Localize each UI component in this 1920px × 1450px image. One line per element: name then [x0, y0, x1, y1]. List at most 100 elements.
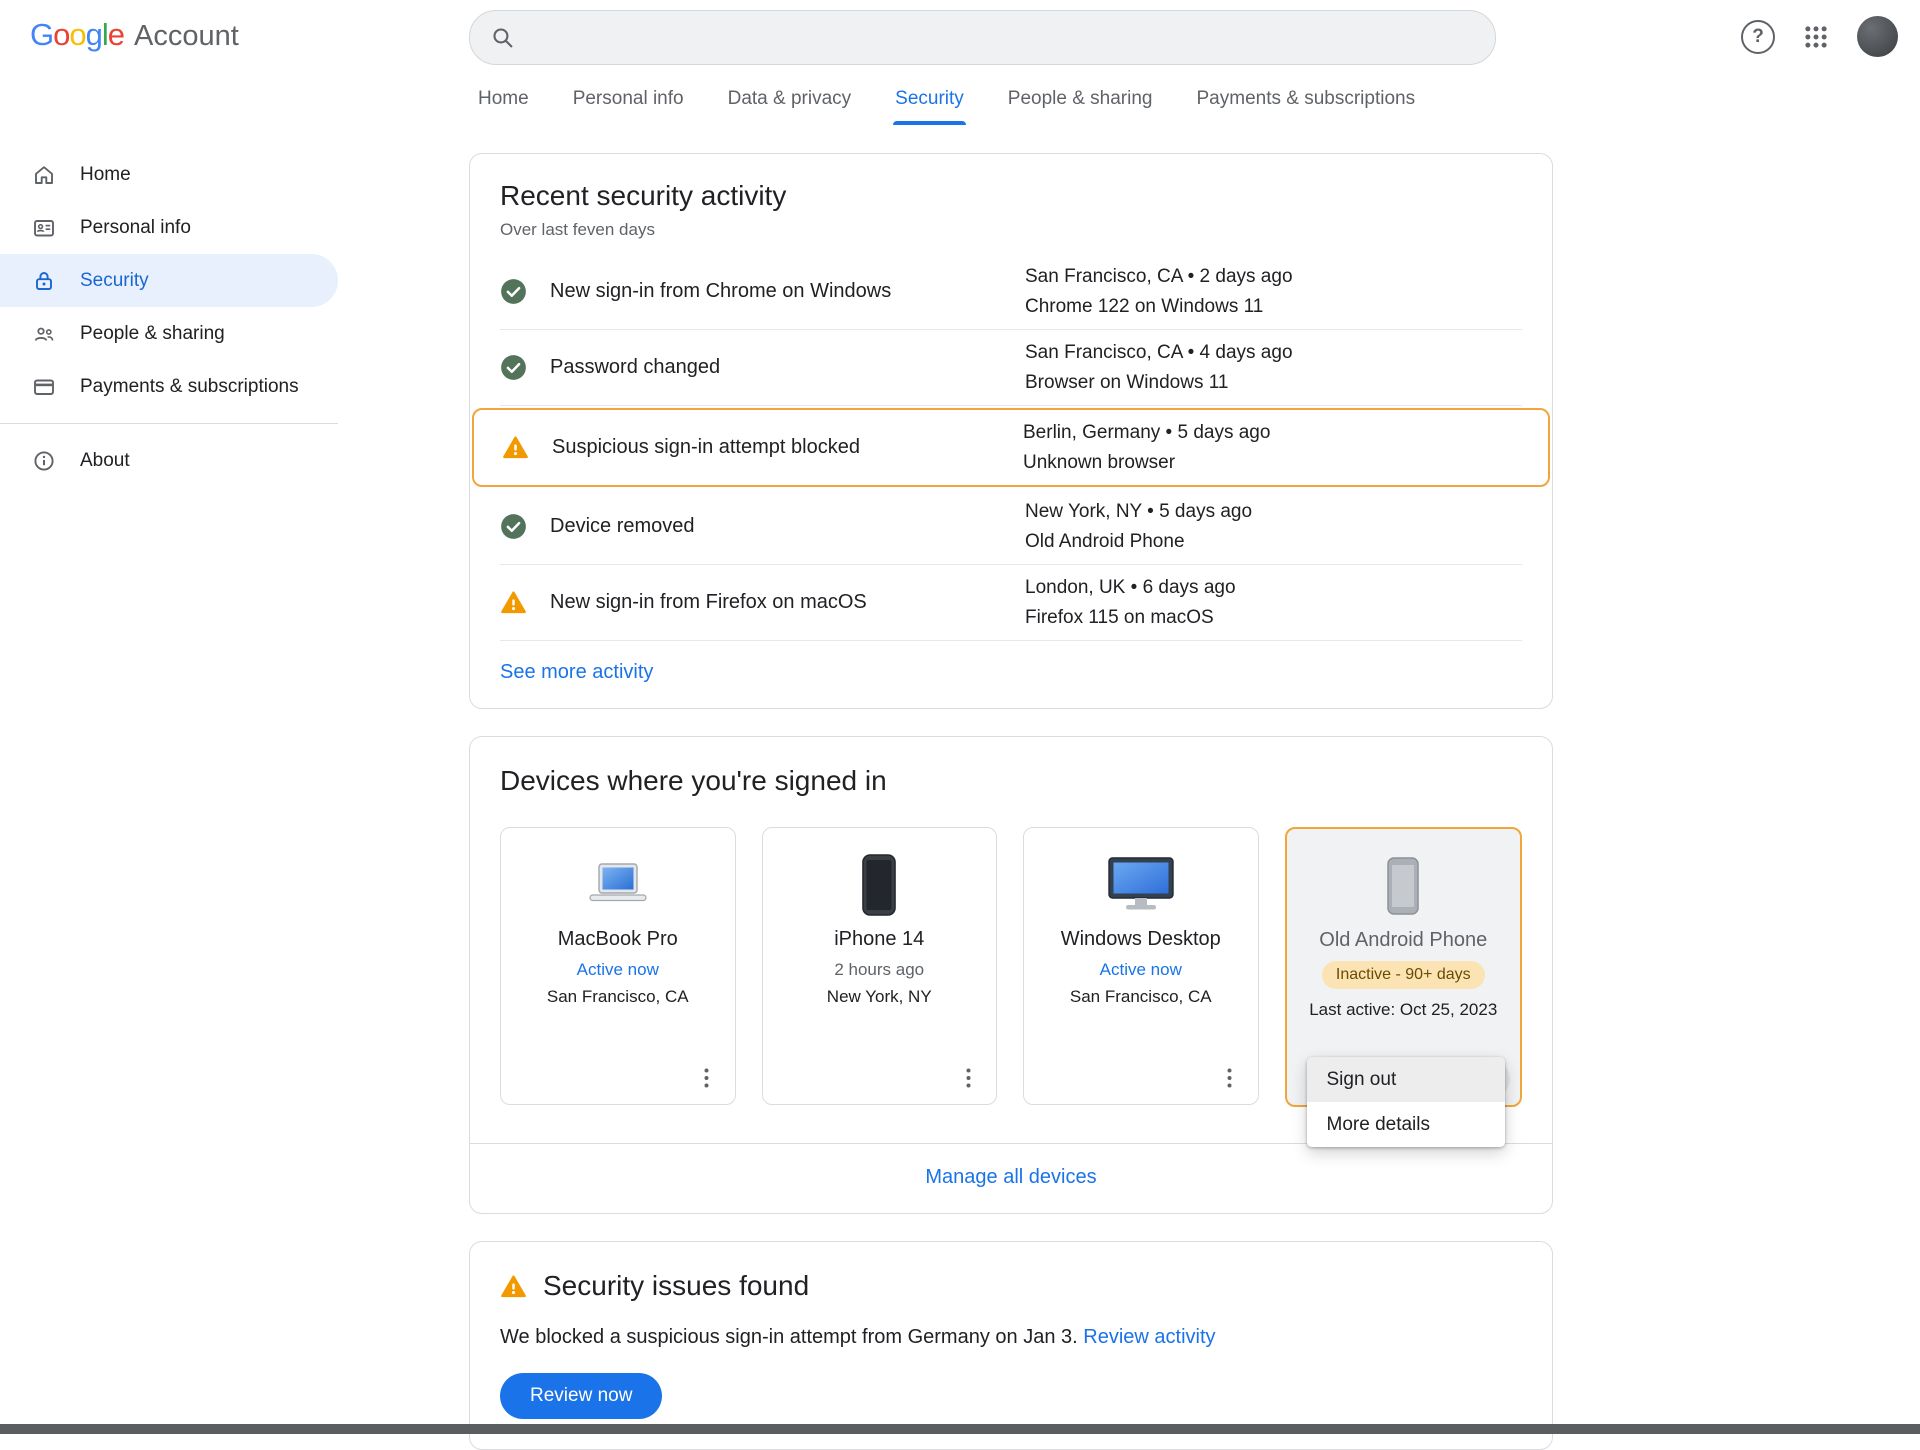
sidebar-item-security[interactable]: Security: [0, 254, 338, 307]
devices-footer: Manage all devices: [470, 1143, 1552, 1213]
sidebar-item-label: Personal info: [80, 217, 191, 239]
device-name: Old Android Phone: [1319, 929, 1487, 952]
tab-home[interactable]: Home: [478, 73, 529, 125]
activity-meta-line1: London, UK • 6 days ago: [1025, 575, 1522, 601]
apps-grid-icon[interactable]: [1803, 24, 1829, 50]
warning-triangle-icon: [502, 434, 529, 461]
device-name: Windows Desktop: [1061, 928, 1221, 951]
sidebar-item-label: Security: [80, 270, 149, 292]
activity-row-highlighted[interactable]: Suspicious sign-in attempt blocked Berli…: [472, 408, 1550, 487]
security-issues-card: Security issues found We blocked a suspi…: [469, 1241, 1553, 1450]
sidebar-item-label: People & sharing: [80, 323, 225, 345]
phone-icon: [861, 852, 897, 918]
devices-card: Devices where you're signed in MacBook P…: [469, 736, 1553, 1214]
menu-item-sign-out[interactable]: Sign out: [1307, 1057, 1505, 1102]
activity-label: Password changed: [550, 356, 1025, 379]
activity-meta-line1: San Francisco, CA • 4 days ago: [1025, 340, 1522, 366]
sidebar-item-about[interactable]: About: [0, 434, 338, 487]
activity-row[interactable]: Device removed New York, NY • 5 days ago…: [500, 489, 1522, 565]
tab-payments-subscriptions[interactable]: Payments & subscriptions: [1197, 73, 1416, 125]
old-phone-icon: [1386, 853, 1420, 919]
home-icon: [32, 163, 56, 187]
account-search-bar[interactable]: [469, 10, 1496, 65]
sidebar-item-label: About: [80, 450, 130, 472]
account-wordmark: Account: [134, 20, 239, 53]
warning-triangle-icon: [500, 589, 527, 616]
search-icon: [490, 25, 515, 50]
device-last-active: Last active: Oct 25, 2023: [1309, 1000, 1497, 1020]
google-account-logo[interactable]: Google Account: [30, 17, 239, 53]
sidebar-divider: [0, 423, 338, 424]
sidebar-item-personal-info[interactable]: Personal info: [0, 201, 338, 254]
activity-meta-line2: Browser on Windows 11: [1025, 370, 1522, 396]
activity-label: New sign-in from Chrome on Windows: [550, 280, 1025, 303]
activity-meta: New York, NY • 5 days ago Old Android Ph…: [1025, 499, 1522, 554]
activity-label: Device removed: [550, 515, 1025, 538]
activity-meta-line1: Berlin, Germany • 5 days ago: [1023, 420, 1520, 446]
activity-meta-line2: Old Android Phone: [1025, 529, 1522, 555]
activity-card-title: Recent security activity: [500, 180, 1522, 212]
issues-header: Security issues found: [500, 1270, 1522, 1302]
activity-row[interactable]: Password changed San Francisco, CA • 4 d…: [500, 330, 1522, 406]
avatar[interactable]: [1857, 16, 1898, 57]
device-card-iphone[interactable]: iPhone 14 2 hours ago New York, NY: [762, 827, 998, 1105]
sidebar-item-people-sharing[interactable]: People & sharing: [0, 307, 338, 360]
main-content: Recent security activity Over last feven…: [469, 153, 1553, 1450]
activity-card-subtitle: Over last feven days: [500, 220, 1522, 240]
device-location: San Francisco, CA: [1070, 987, 1212, 1007]
activity-meta-line1: San Francisco, CA • 2 days ago: [1025, 264, 1522, 290]
sidebar-item-payments[interactable]: Payments & subscriptions: [0, 360, 338, 413]
check-circle-icon: [500, 513, 527, 540]
check-circle-icon: [500, 278, 527, 305]
check-circle-icon: [500, 354, 527, 381]
review-activity-link[interactable]: Review activity: [1083, 1326, 1215, 1348]
help-icon[interactable]: ?: [1741, 20, 1775, 54]
activity-meta: San Francisco, CA • 2 days ago Chrome 12…: [1025, 264, 1522, 319]
sidebar-item-home[interactable]: Home: [0, 148, 338, 201]
inactive-badge: Inactive - 90+ days: [1322, 961, 1485, 989]
device-card-windows-desktop[interactable]: Windows Desktop Active now San Francisco…: [1023, 827, 1259, 1105]
warning-triangle-icon: [500, 1273, 527, 1300]
tab-people-sharing[interactable]: People & sharing: [1008, 73, 1153, 125]
issues-card-title: Security issues found: [543, 1270, 809, 1302]
tab-personal-info[interactable]: Personal info: [573, 73, 684, 125]
credit-card-icon: [32, 375, 56, 399]
device-menu-button[interactable]: [1212, 1060, 1248, 1096]
header-actions: ?: [1741, 0, 1898, 73]
issues-description: We blocked a suspicious sign-in attempt …: [500, 1326, 1522, 1349]
sidebar-item-label: Payments & subscriptions: [80, 376, 299, 398]
issues-description-text: We blocked a suspicious sign-in attempt …: [500, 1326, 1078, 1348]
activity-rows: New sign-in from Chrome on Windows San F…: [500, 254, 1522, 641]
tab-data-privacy[interactable]: Data & privacy: [728, 73, 852, 125]
menu-item-more-details[interactable]: More details: [1307, 1102, 1505, 1147]
activity-meta-line1: New York, NY • 5 days ago: [1025, 499, 1522, 525]
search-input[interactable]: [529, 26, 1475, 50]
device-location: New York, NY: [827, 987, 932, 1007]
device-card-old-android[interactable]: Old Android Phone Inactive - 90+ days La…: [1285, 827, 1523, 1107]
lock-icon: [32, 269, 56, 293]
activity-meta-line2: Unknown browser: [1023, 450, 1520, 476]
see-more-activity-link[interactable]: See more activity: [500, 661, 653, 684]
review-now-button[interactable]: Review now: [500, 1373, 662, 1419]
header: Google Account ?: [0, 0, 1920, 73]
device-menu-button[interactable]: [950, 1060, 986, 1096]
activity-row[interactable]: New sign-in from Firefox on macOS London…: [500, 565, 1522, 641]
device-card-macbook[interactable]: MacBook Pro Active now San Francisco, CA: [500, 827, 736, 1105]
device-menu-button[interactable]: [689, 1060, 725, 1096]
manage-all-devices-link[interactable]: Manage all devices: [925, 1166, 1096, 1188]
device-status-link[interactable]: Active now: [1100, 960, 1182, 980]
activity-meta-line2: Chrome 122 on Windows 11: [1025, 294, 1522, 320]
device-context-menu: Sign out More details: [1307, 1057, 1505, 1147]
activity-row[interactable]: New sign-in from Chrome on Windows San F…: [500, 254, 1522, 330]
device-name: iPhone 14: [834, 928, 924, 951]
activity-meta: Berlin, Germany • 5 days ago Unknown bro…: [1023, 420, 1520, 475]
desktop-icon: [1106, 852, 1176, 918]
tab-security[interactable]: Security: [895, 73, 964, 125]
bottom-strip: [0, 1424, 1920, 1434]
people-icon: [32, 322, 56, 346]
activity-meta-line2: Firefox 115 on macOS: [1025, 605, 1522, 631]
device-status-link[interactable]: Active now: [577, 960, 659, 980]
activity-label: New sign-in from Firefox on macOS: [550, 591, 1025, 614]
devices-card-title: Devices where you're signed in: [500, 765, 1522, 797]
sidebar: Home Personal info Security People & sha…: [0, 148, 338, 487]
